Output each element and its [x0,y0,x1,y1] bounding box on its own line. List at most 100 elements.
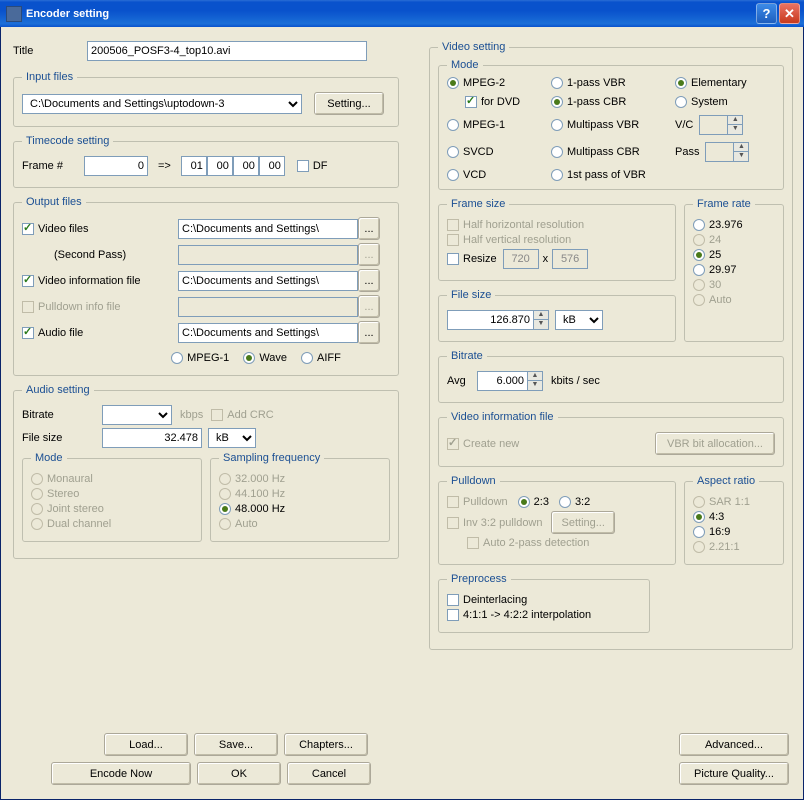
second-pass-path [178,245,358,265]
preprocess-legend: Preprocess [447,573,511,585]
tc-hours[interactable] [181,156,207,176]
resize-checkbox[interactable]: Resize [447,253,497,265]
mode-joint: Joint stereo [31,503,104,515]
pulldown-info-path [178,297,358,317]
picture-quality-button[interactable]: Picture Quality... [679,762,789,785]
ok-button[interactable]: OK [197,762,281,785]
frame-size-group: Frame size Half horizontal resolution Ha… [438,198,676,281]
video-info-checkbox[interactable]: Video information file [22,275,178,287]
audio-mode-group: Mode Monaural Stereo Joint stereo Dual c… [22,452,202,542]
encode-now-button[interactable]: Encode Now [51,762,191,785]
video-info-browse[interactable]: ... [358,269,380,292]
pulldown-23[interactable]: 2:3 [518,496,549,508]
audio-bitrate-combo [102,405,172,425]
avg-label: Avg [447,375,477,387]
output-files-legend: Output files [22,196,86,208]
tc-secs[interactable] [233,156,259,176]
pulldown-info-browse: ... [358,295,380,318]
mode-svcd[interactable]: SVCD [447,142,547,162]
rate-23[interactable]: 23.976 [693,219,743,231]
video-files-browse[interactable]: ... [358,217,380,240]
input-file-combo[interactable]: C:\Documents and Settings\uptodown-3 [22,94,302,114]
mode-1pass-vbr[interactable]: 1-pass VBR [551,77,671,89]
audio-file-path[interactable] [178,323,358,343]
deinterlacing-checkbox[interactable]: Deinterlacing [447,594,527,606]
mode-mpeg1[interactable]: MPEG-1 [447,115,547,135]
pulldown-setting-button: Setting... [551,511,615,534]
timecode-legend: Timecode setting [22,135,113,147]
audio-fmt-aiff[interactable]: AIFF [301,352,341,364]
mode-multipass-vbr[interactable]: Multipass VBR [551,115,671,135]
video-info-path[interactable] [178,271,358,291]
for-dvd-checkbox[interactable]: for DVD [447,96,547,108]
resize-w [503,249,539,269]
rate-25[interactable]: 25 [693,249,721,261]
mode-multipass-cbr[interactable]: Multipass CBR [551,142,671,162]
mode-elementary[interactable]: Elementary [675,77,775,89]
aspect-221: 2.21:1 [693,541,740,553]
file-size-input[interactable] [447,310,533,330]
load-button[interactable]: Load... [104,733,188,756]
dialog-body: Title Input files C:\Documents and Setti… [0,27,804,800]
mode-vcd[interactable]: VCD [447,169,547,181]
input-setting-button[interactable]: Setting... [314,92,384,115]
advanced-button[interactable]: Advanced... [679,733,789,756]
frame-rate-group: Frame rate 23.976 24 25 29.97 30 Auto [684,198,784,342]
tc-mins[interactable] [207,156,233,176]
app-icon [6,6,22,22]
audio-file-checkbox[interactable]: Audio file [22,327,178,339]
df-checkbox[interactable]: DF [297,160,328,172]
output-files-group: Output files Video files ... (Second Pas… [13,196,399,376]
mode-system[interactable]: System [675,96,775,108]
sampling-freq-group: Sampling frequency 32.000 Hz 44.100 Hz 4… [210,452,390,542]
mode-monaural: Monaural [31,473,93,485]
video-files-checkbox[interactable]: Video files [22,223,178,235]
mode-1st-pass-vbr[interactable]: 1st pass of VBR [551,169,671,181]
audio-filesize-label: File size [22,432,102,444]
video-setting-group: Video setting Mode MPEG-2 1-pass VBR Ele… [429,41,793,650]
sample-48[interactable]: 48.000 Hz [219,503,285,515]
cancel-button[interactable]: Cancel [287,762,371,785]
aspect-43[interactable]: 4:3 [693,511,724,523]
aspect-legend: Aspect ratio [693,475,759,487]
aspect-169[interactable]: 16:9 [693,526,730,538]
save-button[interactable]: Save... [194,733,278,756]
mode-mpeg2[interactable]: MPEG-2 [447,77,547,89]
frame-num-input[interactable] [84,156,148,176]
mode-dual: Dual channel [31,518,111,530]
resize-h [552,249,588,269]
timecode-group: Timecode setting Frame # => DF [13,135,399,188]
audio-fmt-wave[interactable]: Wave [243,352,287,364]
help-button[interactable]: ? [756,3,777,24]
pulldown-info-checkbox: Pulldown info file [22,301,178,313]
second-pass-browse: ... [358,243,380,266]
rate-24: 24 [693,234,721,246]
audio-filesize-unit[interactable]: kB [208,428,256,448]
sample-44: 44.100 Hz [219,488,285,500]
video-files-path[interactable] [178,219,358,239]
video-info-file-group: Video information file Create new VBR bi… [438,411,784,467]
title-input[interactable] [87,41,367,61]
sample-auto: Auto [219,518,258,530]
bitrate-legend: Bitrate [447,350,487,362]
half-h-checkbox: Half horizontal resolution [447,219,584,231]
audio-file-browse[interactable]: ... [358,321,380,344]
mode-1pass-cbr[interactable]: 1-pass CBR [551,96,671,108]
title-label: Title [13,45,87,57]
close-button[interactable]: ✕ [779,3,800,24]
input-files-group: Input files C:\Documents and Settings\up… [13,71,399,127]
pulldown-32[interactable]: 3:2 [559,496,590,508]
bitrate-input[interactable] [477,371,527,391]
audio-fmt-mpeg1[interactable]: MPEG-1 [171,352,229,364]
chapters-button[interactable]: Chapters... [284,733,368,756]
tc-frames[interactable] [259,156,285,176]
file-size-unit[interactable]: kB [555,310,603,330]
add-crc-checkbox: Add CRC [211,409,273,421]
audio-filesize-input[interactable] [102,428,202,448]
interpolation-checkbox[interactable]: 4:1:1 -> 4:2:2 interpolation [447,609,591,621]
inv32-checkbox: Inv 3:2 pulldown [447,517,543,529]
rate-29[interactable]: 29.97 [693,264,737,276]
video-mode-group: Mode MPEG-2 1-pass VBR Elementary for DV… [438,59,784,190]
vc-spinner [699,115,727,135]
audio-setting-group: Audio setting Bitrate kbps Add CRC File … [13,384,399,559]
